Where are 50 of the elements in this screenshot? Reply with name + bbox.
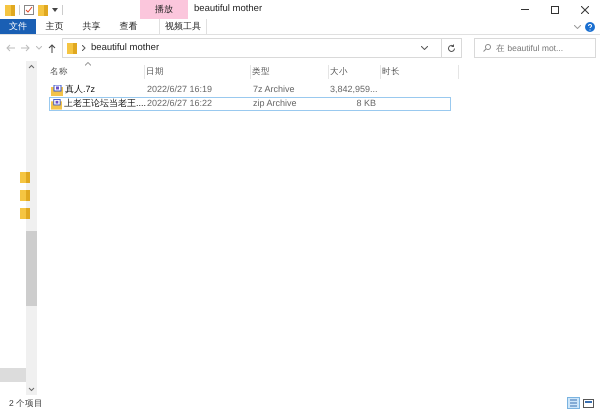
search-icon <box>483 44 491 52</box>
file-name: 真人.7z <box>65 83 96 96</box>
folder-icon <box>67 42 77 54</box>
column-header[interactable]: 名称 <box>49 65 145 79</box>
maximize-icon <box>551 6 559 14</box>
type-cell-text: zip Archive <box>252 97 298 110</box>
chevron-down-icon[interactable] <box>421 46 428 50</box>
archive-file-icon <box>51 84 63 96</box>
properties-icon[interactable] <box>24 4 34 14</box>
refresh-icon <box>447 44 456 52</box>
size-cell-text: 3,842,959... <box>330 83 379 96</box>
context-tab-header: 播放 <box>140 0 188 19</box>
dropdown-icon[interactable] <box>52 6 58 12</box>
details-view-icon[interactable] <box>567 397 580 409</box>
folder-icon <box>5 4 15 16</box>
size-cell-text: 8 KB <box>355 97 377 110</box>
search-placeholder: 在 beautiful mot... <box>496 42 564 54</box>
column-header[interactable]: 大小 <box>329 65 381 79</box>
search-field[interactable]: 在 beautiful mot... <box>474 38 596 58</box>
type-cell-text: 7z Archive <box>252 83 296 96</box>
window-title: beautiful mother <box>194 2 262 16</box>
new-folder-icon <box>38 4 48 16</box>
date-cell-text: 2022/6/27 16:22 <box>146 97 214 110</box>
folder-icon <box>20 189 30 201</box>
file-name: 上老王论坛当老王.... <box>64 97 146 110</box>
folder-icon <box>20 207 30 219</box>
up-arrow-icon[interactable] <box>48 44 56 52</box>
column-header[interactable]: 时长 <box>381 65 459 79</box>
date-cell-text: 2022/6/27 16:19 <box>146 83 214 96</box>
ribbon-tab[interactable]: 共享 <box>73 19 110 34</box>
item-count: 2 个项目 <box>9 396 44 410</box>
scrollbar[interactable] <box>26 61 37 395</box>
ribbon-tab[interactable]: 查看 <box>110 19 147 34</box>
address-path: beautiful mother <box>91 40 160 55</box>
column-header[interactable]: 日期 <box>145 65 251 79</box>
minimize-icon <box>521 9 529 10</box>
scrollbar-thumb[interactable] <box>26 231 37 306</box>
folder-icon <box>20 171 30 183</box>
ribbon-tab[interactable]: 文件 <box>0 19 36 34</box>
column-header[interactable]: 类型 <box>251 65 329 79</box>
file-row[interactable]: 真人.7z 2022/6/27 16:19 7z Archive 3,842,959... <box>49 83 451 97</box>
archive-file-icon <box>51 98 62 110</box>
chevron-right-icon <box>82 45 86 51</box>
ribbon-tab[interactable]: 主页 <box>36 19 73 34</box>
address-bar[interactable]: beautiful mother <box>62 38 462 58</box>
close-icon <box>581 6 589 14</box>
help-icon[interactable] <box>585 22 595 32</box>
ribbon-tab[interactable]: 视频工具 <box>159 19 207 34</box>
large-icons-view-icon[interactable] <box>583 398 594 408</box>
file-row[interactable]: 上老王论坛当老王....2022/6/27 16:22 zip Archive 8 KB <box>49 97 451 111</box>
